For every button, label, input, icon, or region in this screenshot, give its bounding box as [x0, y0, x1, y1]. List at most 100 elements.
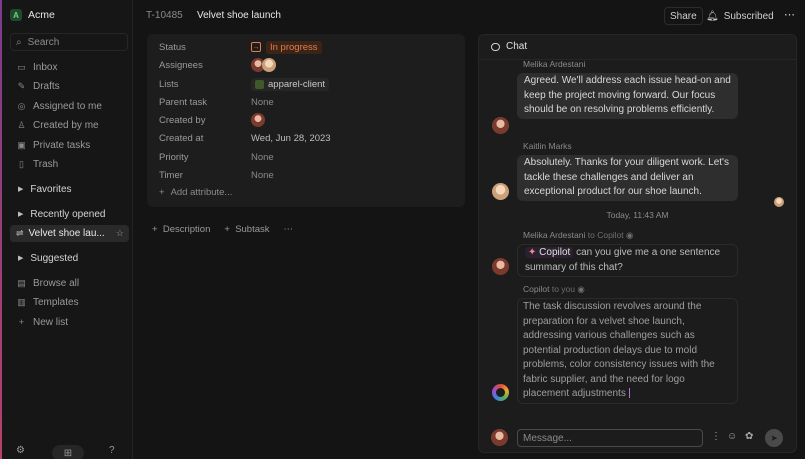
property-lists[interactable]: Lists apparel-client — [159, 77, 330, 91]
chat-message: Agreed. We'll address each issue head-on… — [517, 73, 738, 119]
task-header: T-10485 Velvet shoe launch Share 🔔︎ Subs… — [134, 0, 805, 32]
section-label: Favorites — [30, 183, 72, 195]
create-button[interactable]: ⊞ — [52, 445, 84, 459]
copilot-icon: ✦ — [528, 247, 537, 258]
sidebar-footer: ⚙ ⊞ ? — [2, 443, 133, 459]
property-assignees[interactable]: Assignees — [159, 58, 276, 72]
search-label: Search — [27, 36, 60, 48]
sidebar-item-private[interactable]: ▣ Private tasks — [10, 137, 128, 153]
property-value: None — [251, 96, 274, 108]
search-input[interactable]: ⌕ Search — [10, 33, 128, 51]
property-timer[interactable]: Timer None — [159, 168, 274, 182]
workspace-name: Acme — [28, 9, 55, 21]
property-label: Parent task — [159, 96, 208, 108]
search-icon: ⌕ — [16, 36, 22, 48]
grid-icon: ▤ — [17, 277, 26, 288]
share-button[interactable]: Share — [664, 7, 703, 25]
list-name: apparel-client — [268, 78, 326, 90]
person-icon: ♙ — [17, 119, 26, 130]
subscribed-label: Subscribed — [723, 10, 774, 22]
sidebar-item-label: New list — [33, 316, 69, 328]
more-options-icon[interactable]: ⋯ — [284, 224, 294, 235]
property-created-by[interactable]: Created by — [159, 113, 265, 127]
sidebar-item-assigned[interactable]: ◎ Assigned to me — [10, 98, 128, 114]
property-label: Created by — [159, 114, 206, 126]
add-attribute-button[interactable]: + Add attribute... — [159, 187, 232, 198]
sidebar-item-label: Trash — [33, 158, 59, 170]
property-label: Timer — [159, 169, 183, 181]
help-icon[interactable]: ? — [109, 445, 115, 456]
copilot-avatar — [492, 384, 509, 401]
subscribed-button[interactable]: 🔔︎ Subscribed — [706, 7, 774, 25]
subtask-label: Subtask — [235, 224, 270, 235]
author-name: Melika Ardestani — [523, 230, 586, 240]
gear-icon[interactable]: ⚙ — [16, 445, 25, 456]
section-label: Recently opened — [30, 208, 106, 220]
star-icon[interactable]: ☆ — [116, 228, 124, 239]
trash-icon: ▯ — [19, 158, 24, 169]
property-parent-task[interactable]: Parent task None — [159, 95, 274, 109]
template-icon: ▥ — [17, 296, 26, 307]
sidebar-item-label: Created by me — [33, 119, 99, 131]
section-favorites[interactable]: ▶ Favorites — [10, 181, 72, 197]
chat-bubble-icon — [491, 42, 500, 51]
status-badge: In progress — [266, 40, 322, 54]
recipient-label: to you — [551, 284, 575, 294]
sidebar-item-label: Templates — [33, 296, 79, 308]
typing-cursor — [628, 388, 630, 399]
workspace-switcher[interactable]: A Acme — [10, 9, 55, 21]
sidebar-item-label: Assigned to me — [33, 100, 102, 112]
list-badge[interactable]: apparel-client — [251, 77, 330, 91]
inbox-icon: ▭ — [17, 61, 26, 72]
message-composer: ⋮ ☺ ✿ ➤ — [491, 428, 791, 448]
sidebar-item-browse-all[interactable]: ▤ Browse all — [10, 275, 128, 291]
bell-icon: 🔔︎ — [706, 10, 719, 22]
sidebar-item-label: Browse all — [33, 277, 80, 289]
add-attribute-label: Add attribute... — [170, 187, 233, 198]
more-options-icon[interactable]: ⋯ — [784, 8, 795, 21]
property-priority[interactable]: Priority None — [159, 150, 274, 164]
more-vertical-icon[interactable]: ⋮ — [711, 431, 721, 442]
chat-message: The task discussion revolves around the … — [517, 298, 738, 404]
property-value: None — [251, 151, 274, 163]
sidebar-item-drafts[interactable]: ✎ Drafts — [10, 78, 128, 94]
eye-icon: ◉ — [577, 284, 585, 294]
property-label: Priority — [159, 151, 189, 163]
add-description-button[interactable]: + Description — [152, 224, 210, 235]
copilot-icon[interactable]: ✿ — [745, 431, 753, 442]
description-label: Description — [162, 224, 211, 235]
sidebar-item-inbox[interactable]: ▭ Inbox — [10, 59, 128, 75]
task-title[interactable]: Velvet shoe launch — [197, 10, 281, 21]
workspace-logo: A — [10, 9, 22, 21]
message-text: The task discussion revolves around the … — [523, 301, 715, 399]
sidebar-item-templates[interactable]: ▥ Templates — [10, 294, 128, 310]
property-status[interactable]: Status → In progress — [159, 40, 322, 54]
sidebar-item-label: Velvet shoe lau... — [28, 228, 105, 239]
sidebar-item-new-list[interactable]: + New list — [10, 314, 128, 330]
message-author: Kaitlin Marks — [523, 141, 572, 151]
property-created-at: Created at Wed, Jun 28, 2023 — [159, 131, 331, 145]
property-label: Created at — [159, 132, 204, 144]
property-value: None — [251, 169, 274, 181]
sidebar-item-label: Inbox — [33, 61, 58, 73]
sidebar-item-trash[interactable]: ▯ Trash — [10, 156, 128, 172]
plus-icon: + — [159, 187, 165, 198]
sidebar-item-velvet-shoe[interactable]: ⇌ Velvet shoe lau... ☆ — [10, 225, 129, 242]
plus-icon: + — [18, 317, 25, 327]
message-input[interactable] — [517, 429, 703, 447]
emoji-icon[interactable]: ☺ — [727, 431, 737, 442]
section-recently-opened[interactable]: ▶ Recently opened — [10, 206, 105, 222]
chat-header: Chat — [491, 41, 527, 52]
sidebar-item-created[interactable]: ♙ Created by me — [10, 117, 128, 133]
sidebar-item-label: Private tasks — [33, 139, 91, 151]
author-name: Copilot — [523, 284, 550, 294]
avatar — [262, 58, 276, 72]
copilot-mention: ✦ Copilot — [525, 247, 574, 258]
task-subactions: + Description + Subtask ⋯ — [152, 224, 293, 235]
send-button[interactable]: ➤ — [765, 429, 783, 447]
section-suggested[interactable]: ▶ Suggested — [10, 250, 78, 266]
eye-icon: ◉ — [626, 230, 634, 240]
message-author: Melika Ardestani to Copilot ◉ — [523, 230, 633, 241]
section-label: Suggested — [30, 252, 79, 264]
add-subtask-button[interactable]: + Subtask — [224, 224, 269, 235]
